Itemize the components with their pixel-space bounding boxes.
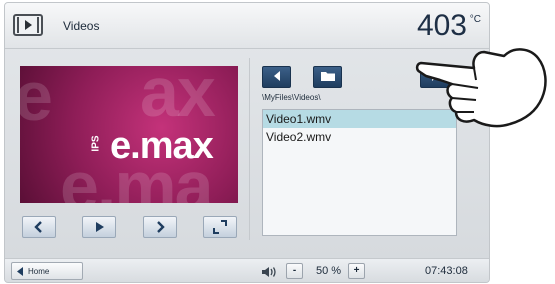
next-icon (154, 221, 166, 233)
folder-button[interactable] (313, 66, 342, 88)
video-brand-prefix: IPS (90, 135, 102, 152)
temperature-value: 403 (416, 9, 467, 42)
play-button[interactable] (82, 216, 116, 238)
fullscreen-button[interactable] (203, 216, 237, 238)
video-ghost-text: e (20, 66, 53, 136)
folder-icon (320, 70, 336, 85)
previous-button[interactable] (22, 216, 56, 238)
volume-up-button[interactable]: + (348, 263, 365, 279)
video-icon (13, 14, 43, 36)
panel-divider (249, 58, 250, 240)
footer-bar: Home - 50 % + 07:43:08 (5, 258, 489, 282)
current-path: \MyFiles\Videos\ (262, 93, 321, 102)
speaker-icon (261, 265, 279, 282)
temperature-unit: °C (469, 14, 481, 25)
video-brand-logo: e.max (110, 125, 214, 167)
home-arrow-icon (17, 266, 28, 276)
next-button[interactable] (143, 216, 177, 238)
pointing-hand-icon (412, 40, 552, 145)
video-preview[interactable]: e ax e.ma IPS e.max (20, 66, 238, 203)
volume-value: 50 % (316, 265, 342, 277)
volume-down-button[interactable]: - (286, 263, 303, 279)
video-ghost-text: ax (140, 66, 216, 131)
clock: 07:43:08 (425, 265, 468, 277)
page-title: Videos (63, 19, 100, 33)
previous-icon (33, 221, 45, 233)
play-icon (93, 221, 105, 233)
back-button[interactable] (262, 66, 291, 88)
back-icon (272, 70, 282, 85)
fullscreen-icon (213, 220, 227, 234)
home-label: Home (28, 266, 50, 276)
home-button[interactable]: Home (11, 262, 83, 280)
